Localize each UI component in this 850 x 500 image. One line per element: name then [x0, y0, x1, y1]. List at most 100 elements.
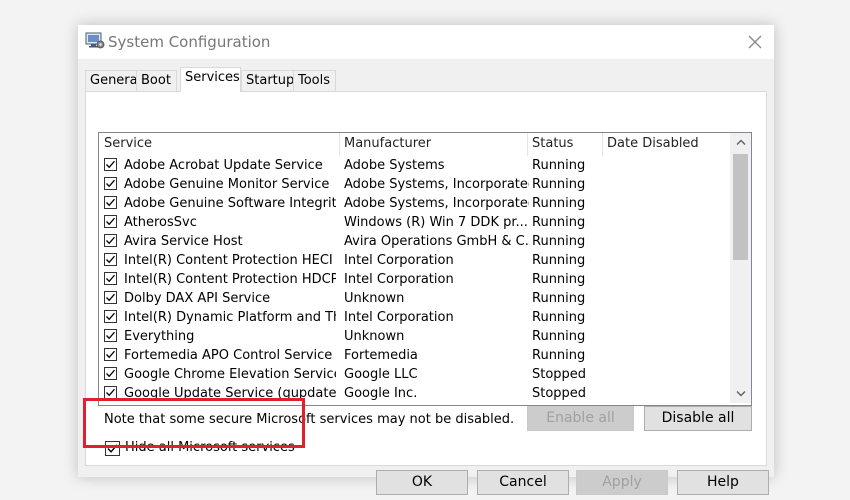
enable-all-button[interactable]: Enable all — [527, 406, 634, 431]
service-status: Running — [532, 177, 586, 192]
service-status: Running — [532, 310, 586, 325]
scroll-down-button[interactable] — [730, 385, 751, 403]
service-manufacturer: Adobe Systems — [344, 158, 445, 173]
service-status: Running — [532, 215, 586, 230]
table-row[interactable]: AtherosSvc Windows (R) Win 7 DDK pr... R… — [99, 213, 730, 232]
table-row[interactable]: Everything Unknown Running — [99, 327, 730, 346]
checkmark-icon — [106, 179, 115, 188]
services-tab-panel: Service Manufacturer Status Date Disable… — [85, 91, 767, 466]
checkmark-icon — [106, 312, 115, 321]
apply-button[interactable]: Apply — [576, 470, 668, 495]
checkmark-icon — [106, 217, 115, 226]
service-checkbox[interactable] — [104, 386, 117, 399]
checkmark-icon — [106, 236, 115, 245]
service-name: AtherosSvc — [124, 215, 197, 230]
tab-tools[interactable]: Tools — [293, 70, 336, 91]
vertical-scrollbar[interactable] — [730, 133, 751, 403]
hide-microsoft-services-checkbox[interactable] — [105, 441, 120, 456]
service-status: Running — [532, 253, 586, 268]
checkmark-icon — [106, 160, 115, 169]
service-checkbox[interactable] — [104, 310, 117, 323]
table-row[interactable]: Fortemedia APO Control Service Fortemedi… — [99, 346, 730, 365]
service-status: Running — [532, 196, 586, 211]
service-checkbox[interactable] — [104, 196, 117, 209]
service-checkbox[interactable] — [104, 272, 117, 285]
service-manufacturer: Intel Corporation — [344, 272, 454, 287]
service-manufacturer: Unknown — [344, 329, 405, 344]
checkmark-icon — [106, 293, 115, 302]
service-checkbox[interactable] — [104, 215, 117, 228]
service-checkbox[interactable] — [104, 329, 117, 342]
service-manufacturer: Fortemedia — [344, 348, 418, 363]
system-config-icon — [85, 32, 105, 50]
checkmark-icon — [106, 331, 115, 340]
service-name: Everything — [124, 329, 195, 344]
column-header-manufacturer[interactable]: Manufacturer — [339, 133, 527, 156]
disable-all-button[interactable]: Disable all — [644, 406, 752, 431]
hide-microsoft-services-label: Hide all Microsoft services — [125, 440, 295, 455]
service-checkbox[interactable] — [104, 367, 117, 380]
services-list[interactable]: Service Manufacturer Status Date Disable… — [98, 132, 752, 406]
table-row[interactable]: Intel(R) Content Protection HDCP ... Int… — [99, 270, 730, 289]
checkmark-icon — [106, 274, 115, 283]
service-name: Google Update Service (gupdate) — [124, 386, 336, 401]
column-header-date-disabled[interactable]: Date Disabled — [602, 133, 730, 156]
service-checkbox[interactable] — [104, 348, 117, 361]
table-row[interactable]: Dolby DAX API Service Unknown Running — [99, 289, 730, 308]
service-status: Stopped — [532, 367, 587, 382]
service-status: Stopped — [532, 386, 587, 401]
service-status: Running — [532, 234, 586, 249]
system-configuration-window: System Configuration General Boot Servic… — [78, 25, 774, 495]
scroll-up-button[interactable] — [730, 133, 751, 151]
column-header-service[interactable]: Service — [99, 133, 339, 156]
table-row[interactable]: Google Update Service (gupdate) Google I… — [99, 384, 730, 403]
service-manufacturer: Avira Operations GmbH & C... — [344, 234, 529, 249]
service-name: Intel(R) Content Protection HECI ... — [124, 253, 336, 268]
service-name: Adobe Genuine Software Integrity... — [124, 196, 336, 211]
table-row[interactable]: Avira Service Host Avira Operations GmbH… — [99, 232, 730, 251]
service-name: Fortemedia APO Control Service — [124, 348, 333, 363]
table-row[interactable]: Intel(R) Dynamic Platform and Th... Inte… — [99, 308, 730, 327]
service-status: Running — [532, 348, 586, 363]
title-bar: System Configuration — [78, 25, 774, 59]
tab-services[interactable]: Services — [180, 67, 241, 92]
table-row[interactable]: Google Chrome Elevation Service Google L… — [99, 365, 730, 384]
service-name: Intel(R) Dynamic Platform and Th... — [124, 310, 336, 325]
cancel-button[interactable]: Cancel — [477, 470, 569, 495]
close-button[interactable] — [742, 29, 768, 55]
window-title: System Configuration — [108, 33, 271, 51]
service-manufacturer: Intel Corporation — [344, 310, 454, 325]
tab-boot[interactable]: Boot — [136, 70, 177, 91]
column-header-status[interactable]: Status — [527, 133, 602, 156]
list-header: Service Manufacturer Status Date Disable… — [99, 133, 730, 156]
service-manufacturer: Intel Corporation — [344, 253, 454, 268]
checkmark-icon — [107, 444, 118, 453]
scroll-thumb[interactable] — [733, 154, 748, 260]
service-status: Running — [532, 158, 586, 173]
chevron-down-icon — [736, 391, 745, 397]
tab-general[interactable]: General — [85, 70, 141, 91]
service-name: Adobe Acrobat Update Service — [124, 158, 323, 173]
service-checkbox[interactable] — [104, 177, 117, 190]
chevron-up-icon — [736, 139, 745, 145]
help-button[interactable]: Help — [677, 470, 769, 495]
service-checkbox[interactable] — [104, 291, 117, 304]
table-row[interactable]: Adobe Genuine Software Integrity... Adob… — [99, 194, 730, 213]
checkmark-icon — [106, 369, 115, 378]
service-checkbox[interactable] — [104, 234, 117, 247]
service-status: Running — [532, 329, 586, 344]
table-row[interactable]: Adobe Genuine Monitor Service Adobe Syst… — [99, 175, 730, 194]
tab-startup[interactable]: Startup — [241, 70, 294, 91]
checkmark-icon — [106, 350, 115, 359]
service-name: Dolby DAX API Service — [124, 291, 271, 306]
dialog-client-area: General Boot Services Startup Tools Serv… — [78, 59, 774, 495]
checkmark-icon — [106, 198, 115, 207]
service-manufacturer: Google Inc. — [344, 386, 418, 401]
service-checkbox[interactable] — [104, 158, 117, 171]
table-row[interactable]: Adobe Acrobat Update Service Adobe Syste… — [99, 156, 730, 175]
service-checkbox[interactable] — [104, 253, 117, 266]
service-name: Google Chrome Elevation Service — [124, 367, 336, 382]
table-row[interactable]: Intel(R) Content Protection HECI ... Int… — [99, 251, 730, 270]
ok-button[interactable]: OK — [376, 470, 468, 495]
service-name: Avira Service Host — [124, 234, 243, 249]
